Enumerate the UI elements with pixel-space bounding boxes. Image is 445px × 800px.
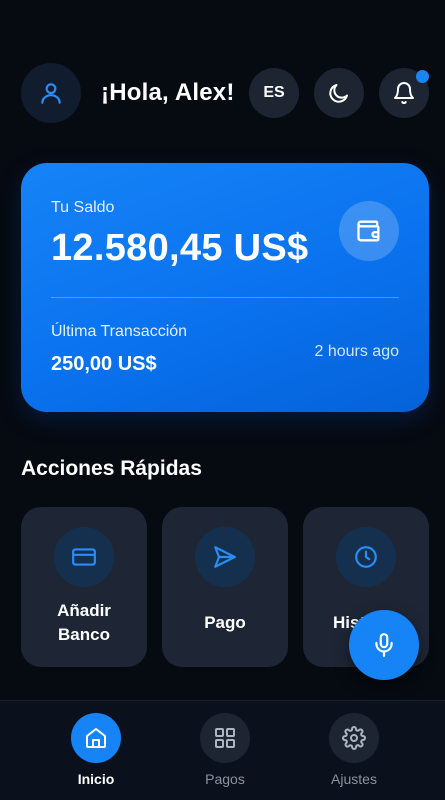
notifications-button[interactable] bbox=[379, 68, 429, 118]
payment-icon-wrap bbox=[195, 527, 255, 587]
nav-label-pagos: Pagos bbox=[205, 771, 245, 787]
greeting-text: ¡Hola, Alex! bbox=[101, 79, 235, 106]
card-divider bbox=[51, 297, 399, 298]
home-screen: ¡Hola, Alex! ES Tu Saldo 12.580,45 US$ Ú… bbox=[0, 0, 445, 800]
gear-icon bbox=[342, 726, 366, 750]
grid-icon-wrap bbox=[200, 713, 250, 763]
notification-badge bbox=[416, 70, 429, 83]
add-bank-icon-wrap bbox=[54, 527, 114, 587]
last-transaction-label: Última Transacción bbox=[51, 323, 188, 340]
home-icon-wrap bbox=[71, 713, 121, 763]
clock-icon bbox=[355, 546, 377, 568]
wallet-button[interactable] bbox=[339, 201, 399, 261]
avatar-button[interactable] bbox=[21, 63, 81, 123]
payment-action[interactable]: Pago bbox=[162, 507, 288, 667]
balance-label: Tu Saldo bbox=[51, 199, 115, 216]
send-icon bbox=[214, 546, 236, 568]
nav-item-pagos[interactable]: Pagos bbox=[175, 713, 275, 793]
theme-toggle-button[interactable] bbox=[314, 68, 364, 118]
credit-card-icon bbox=[72, 548, 96, 566]
moon-icon bbox=[329, 84, 348, 103]
language-label: ES bbox=[263, 84, 285, 101]
wallet-icon bbox=[357, 220, 380, 242]
add-bank-label-line2: Banco bbox=[58, 625, 110, 644]
add-bank-action[interactable]: Añadir Banco bbox=[21, 507, 147, 667]
voice-assistant-button[interactable] bbox=[349, 610, 419, 680]
gear-icon-wrap bbox=[329, 713, 379, 763]
nav-item-inicio[interactable]: Inicio bbox=[46, 713, 146, 793]
balance-card: Tu Saldo 12.580,45 US$ Última Transacció… bbox=[21, 163, 429, 412]
nav-label-inicio: Inicio bbox=[77, 771, 115, 787]
bottom-nav: Inicio Pagos Ajustes bbox=[0, 700, 445, 800]
bell-icon bbox=[394, 82, 414, 105]
last-transaction-amount: 250,00 US$ bbox=[51, 353, 157, 375]
nav-label-ajustes: Ajustes bbox=[331, 771, 377, 787]
nav-item-ajustes[interactable]: Ajustes bbox=[304, 713, 404, 793]
microphone-icon bbox=[375, 633, 393, 657]
add-bank-label-line1: Añadir bbox=[57, 601, 111, 620]
grid-icon bbox=[215, 728, 235, 748]
payment-label: Pago bbox=[204, 613, 246, 632]
add-bank-label: Añadir Banco bbox=[27, 599, 141, 647]
quick-actions-title: Acciones Rápidas bbox=[21, 457, 202, 480]
language-button[interactable]: ES bbox=[249, 68, 299, 118]
user-icon bbox=[41, 83, 61, 104]
balance-amount: 12.580,45 US$ bbox=[51, 227, 309, 269]
last-transaction-time: 2 hours ago bbox=[314, 343, 399, 360]
history-icon-wrap bbox=[336, 527, 396, 587]
header: ¡Hola, Alex! ES bbox=[21, 63, 429, 123]
home-icon bbox=[86, 728, 106, 748]
